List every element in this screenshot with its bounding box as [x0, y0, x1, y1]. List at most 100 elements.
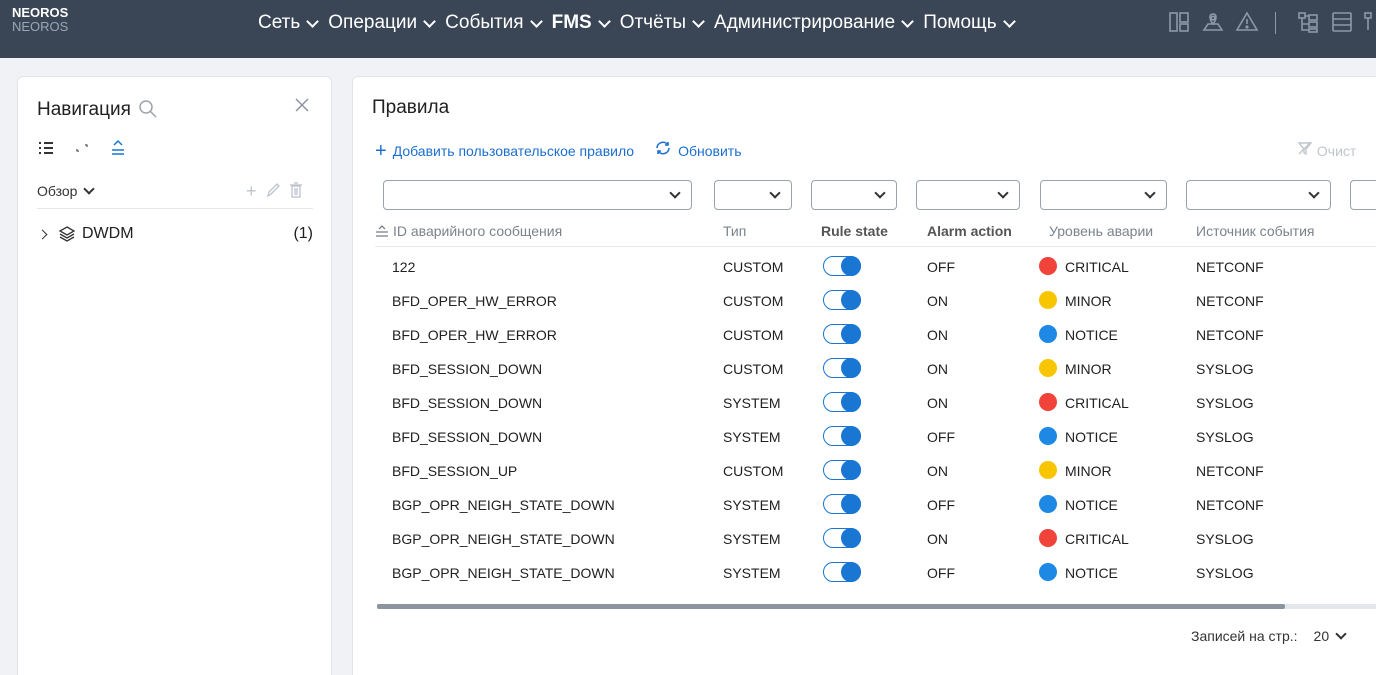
chevron-right-icon[interactable] [37, 229, 48, 239]
column-header-rule-state[interactable]: Rule state [821, 223, 888, 239]
dashboard-icon[interactable] [1165, 10, 1193, 36]
search-icon[interactable] [138, 99, 158, 119]
column-header-type[interactable]: Тип [723, 223, 746, 239]
close-icon[interactable] [294, 97, 310, 113]
filter-alarm-action[interactable] [916, 180, 1020, 210]
alarm-level-indicator [1039, 325, 1057, 343]
list-icon[interactable] [1328, 10, 1356, 36]
filter-rule-state[interactable] [811, 180, 897, 210]
cell-alarm-id: BGP_OPR_NEIGH_STATE_DOWN [392, 531, 615, 547]
alarm-level-indicator [1039, 495, 1057, 513]
list-view-icon[interactable] [37, 139, 55, 157]
tree-item-dwdm[interactable]: DWDM (1) [37, 225, 313, 243]
add-rule-button[interactable]: Добавить пользовательское правило [393, 143, 634, 159]
edit-icon[interactable] [265, 181, 281, 204]
cell-alarm-action: OFF [927, 497, 955, 513]
overview-dropdown[interactable]: Обзор [37, 183, 96, 199]
rule-state-toggle[interactable] [823, 324, 861, 344]
table-row[interactable]: BGP_OPR_NEIGH_STATE_DOWN SYSTEM OFF NOTICE N… [375, 487, 1376, 521]
menu-item[interactable]: Администрирование [714, 12, 916, 34]
topology-icon[interactable] [1294, 10, 1322, 36]
rule-state-toggle[interactable] [823, 460, 861, 480]
table-row[interactable]: BFD_OPER_HW_ERROR CUSTOM ON NOTICE NETCONF [375, 317, 1376, 351]
page-title: Правила [372, 97, 450, 118]
clear-filters-button[interactable]: Очист [1297, 140, 1356, 159]
filter-id[interactable] [383, 180, 692, 210]
cell-alarm-id: 122 [392, 259, 416, 275]
refresh-icon[interactable] [654, 140, 672, 161]
rule-state-toggle[interactable] [823, 494, 861, 514]
alarm-level-indicator [1039, 563, 1057, 581]
rule-state-toggle[interactable] [823, 528, 861, 548]
delete-icon[interactable] [289, 181, 303, 204]
cell-alarm-id: BFD_OPER_HW_ERROR [392, 293, 557, 309]
cell-alarm-action: OFF [927, 429, 955, 445]
cell-alarm-id: BFD_SESSION_DOWN [392, 429, 543, 445]
table-row[interactable]: BFD_SESSION_DOWN CUSTOM ON MINOR SYSLOG [375, 351, 1376, 385]
cell-event-source: SYSLOG [1196, 565, 1254, 581]
cell-type: SYSTEM [723, 497, 781, 513]
filter-type[interactable] [714, 180, 792, 210]
chevron-down-icon [597, 14, 611, 28]
page-size-selector[interactable]: Записей на стр.: 20 [1191, 628, 1347, 644]
cell-type: SYSTEM [723, 429, 781, 445]
main-menu: Сеть Операции События FMS Отчёты Администриро… [258, 12, 1025, 34]
filter-next[interactable] [1350, 180, 1376, 210]
top-navigation-bar: NEOROS NEOROS Сеть Операции События FMS Отчё… [0, 0, 1376, 58]
filter-alarm-level[interactable] [1040, 180, 1167, 210]
cell-alarm-action: ON [927, 531, 948, 547]
brand-logo[interactable]: NEOROS NEOROS [12, 5, 69, 35]
add-icon[interactable]: + [246, 181, 257, 204]
cell-event-source: NETCONF [1196, 327, 1264, 343]
cell-event-source: NETCONF [1196, 497, 1264, 513]
cell-event-source: NETCONF [1196, 463, 1264, 479]
toggle-knob [841, 460, 861, 480]
menu-item[interactable]: FMS [552, 12, 613, 34]
menu-item[interactable]: Помощь [923, 12, 1017, 34]
cell-alarm-level: MINOR [1065, 361, 1112, 377]
menu-item[interactable]: События [445, 12, 544, 34]
table-row[interactable]: BFD_SESSION_DOWN SYSTEM ON CRITICAL SYSLOG [375, 385, 1376, 419]
rule-state-toggle[interactable] [823, 358, 861, 378]
menu-item[interactable]: Операции [328, 12, 438, 34]
table-row[interactable]: BFD_SESSION_UP CUSTOM ON MINOR NETCONF [375, 453, 1376, 487]
navigation-tools [37, 139, 127, 157]
rule-state-toggle[interactable] [823, 426, 861, 446]
expand-icon[interactable] [73, 139, 91, 157]
horizontal-scrollbar[interactable] [377, 604, 1376, 609]
alert-icon[interactable] [1233, 10, 1261, 36]
column-header-event-source[interactable]: Источник события [1196, 223, 1315, 239]
table-row[interactable]: 122 CUSTOM OFF CRITICAL NETCONF [375, 249, 1376, 283]
chevron-down-icon [306, 14, 320, 28]
refresh-button[interactable]: Обновить [678, 143, 741, 159]
rule-state-toggle[interactable] [823, 256, 861, 276]
table-row[interactable]: BFD_SESSION_DOWN SYSTEM OFF NOTICE SYSLOG [375, 419, 1376, 453]
column-header-alarm-level[interactable]: Уровень аварии [1049, 223, 1153, 239]
rule-state-toggle[interactable] [823, 392, 861, 412]
sort-column-id[interactable]: ID аварийного сообщения [375, 223, 562, 239]
plus-icon[interactable]: + [375, 141, 387, 161]
menu-item[interactable]: Сеть [258, 12, 321, 34]
cell-alarm-action: OFF [927, 259, 955, 275]
brand-name: NEOROS [12, 5, 69, 20]
column-header-alarm-action[interactable]: Alarm action [927, 223, 1012, 239]
table-row[interactable]: BGP_OPR_NEIGH_STATE_DOWN SYSTEM OFF NOTICE S… [375, 555, 1376, 589]
table-row[interactable]: BFD_OPER_HW_ERROR CUSTOM ON MINOR NETCONF [375, 283, 1376, 317]
table-row[interactable]: BGP_OPR_NEIGH_STATE_DOWN SYSTEM ON CRITICAL… [375, 521, 1376, 555]
rule-state-toggle[interactable] [823, 562, 861, 582]
scrollbar-thumb[interactable] [377, 604, 1285, 609]
collapse-all-icon[interactable] [109, 139, 127, 157]
chevron-down-icon [669, 187, 681, 199]
rule-state-toggle[interactable] [823, 290, 861, 310]
cell-alarm-level: NOTICE [1065, 327, 1118, 343]
filter-event-source[interactable] [1186, 180, 1331, 210]
map-icon[interactable] [1199, 10, 1227, 36]
cell-alarm-id: BFD_OPER_HW_ERROR [392, 327, 557, 343]
menu-item-label: Сеть [258, 12, 301, 33]
cell-alarm-action: ON [927, 395, 948, 411]
menu-item-label: FMS [551, 12, 592, 33]
cell-event-source: NETCONF [1196, 259, 1264, 275]
more-icon[interactable] [1362, 10, 1376, 36]
menu-item[interactable]: Отчёты [620, 12, 707, 34]
alarm-level-indicator [1039, 427, 1057, 445]
